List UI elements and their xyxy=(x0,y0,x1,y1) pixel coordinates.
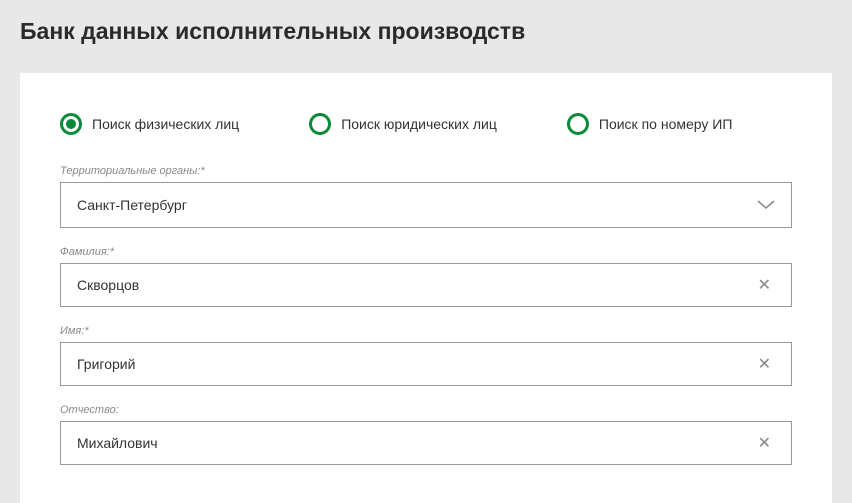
surname-field-wrapper: ✕ xyxy=(60,263,792,307)
name-label: Имя:* xyxy=(60,325,792,337)
search-form: Поиск физических лиц Поиск юридических л… xyxy=(20,73,832,503)
clear-name-button[interactable]: ✕ xyxy=(754,354,775,374)
patronymic-field-wrapper: ✕ xyxy=(60,421,792,465)
name-input[interactable] xyxy=(77,356,754,372)
radio-icon xyxy=(567,113,589,135)
surname-input[interactable] xyxy=(77,277,754,293)
name-field-group: Имя:* ✕ xyxy=(60,325,792,386)
radio-legal-entities[interactable]: Поиск юридических лиц xyxy=(309,113,497,135)
name-field-wrapper: ✕ xyxy=(60,342,792,386)
clear-surname-button[interactable]: ✕ xyxy=(754,275,775,295)
radio-individuals[interactable]: Поиск физических лиц xyxy=(60,113,239,135)
territory-label: Территориальные органы:* xyxy=(60,165,792,177)
radio-label: Поиск юридических лиц xyxy=(341,116,497,132)
close-icon: ✕ xyxy=(758,277,771,294)
territory-select[interactable]: Санкт-Петербург xyxy=(60,182,792,228)
radio-label: Поиск по номеру ИП xyxy=(599,116,733,132)
clear-patronymic-button[interactable]: ✕ xyxy=(754,433,775,453)
close-icon: ✕ xyxy=(758,435,771,452)
chevron-down-icon xyxy=(757,200,775,210)
patronymic-field-group: Отчество: ✕ xyxy=(60,404,792,465)
radio-icon xyxy=(60,113,82,135)
surname-label: Фамилия:* xyxy=(60,246,792,258)
surname-field-group: Фамилия:* ✕ xyxy=(60,246,792,307)
page-header: Банк данных исполнительных производств xyxy=(0,0,852,73)
page-title: Банк данных исполнительных производств xyxy=(20,18,832,45)
patronymic-input[interactable] xyxy=(77,435,754,451)
radio-by-ip-number[interactable]: Поиск по номеру ИП xyxy=(567,113,733,135)
patronymic-label: Отчество: xyxy=(60,404,792,416)
search-type-radio-group: Поиск физических лиц Поиск юридических л… xyxy=(60,113,792,135)
territory-value: Санкт-Петербург xyxy=(77,197,187,213)
radio-label: Поиск физических лиц xyxy=(92,116,239,132)
territory-field-group: Территориальные органы:* Санкт-Петербург xyxy=(60,165,792,228)
close-icon: ✕ xyxy=(758,356,771,373)
radio-icon xyxy=(309,113,331,135)
